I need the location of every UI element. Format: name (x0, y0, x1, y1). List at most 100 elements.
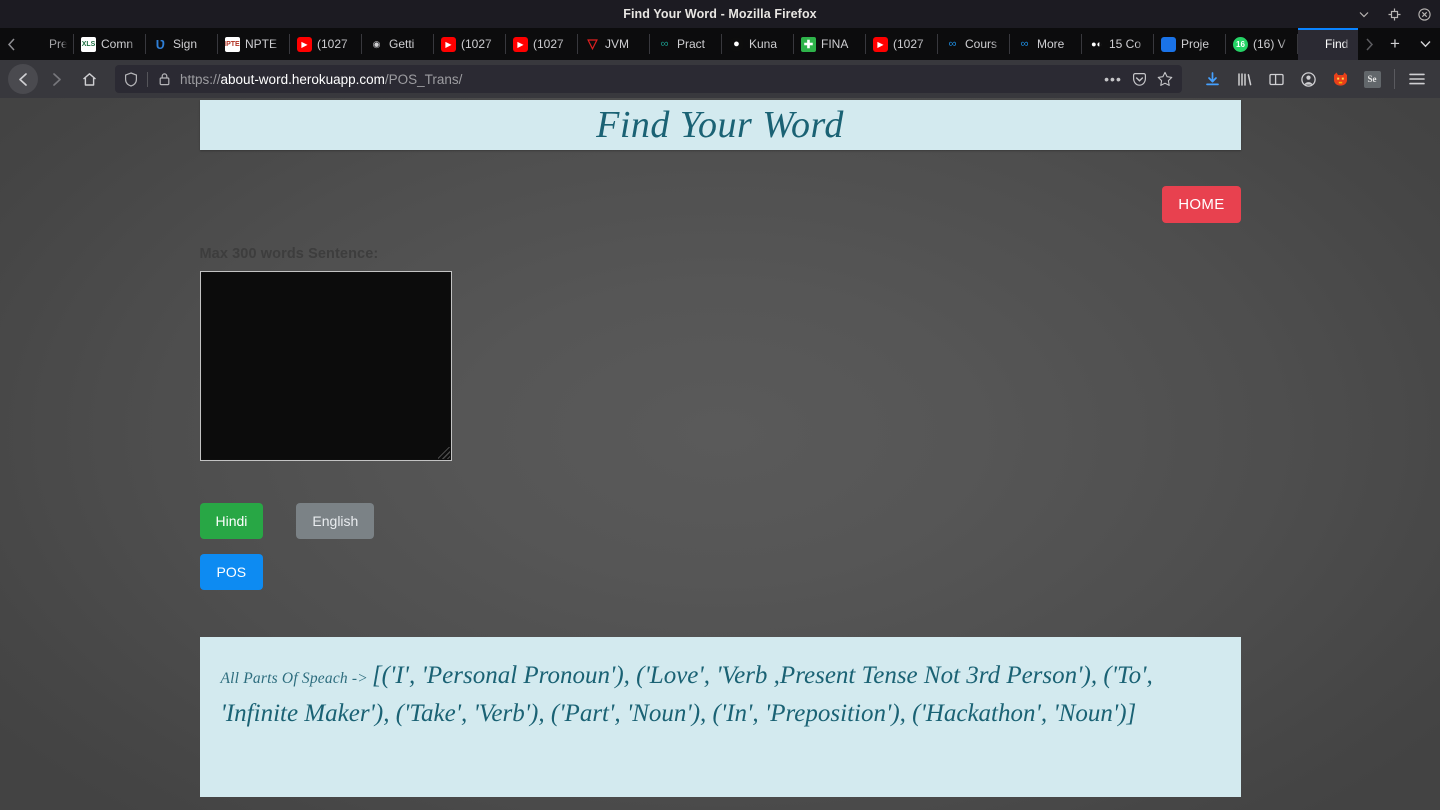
window-title: Find Your Word - Mozilla Firefox (623, 7, 817, 21)
tab-label: NPTE (245, 37, 278, 51)
url-text[interactable]: https://about-word.herokuapp.com/POS_Tra… (178, 72, 1098, 87)
sentence-textarea[interactable] (199, 271, 452, 461)
pos-button[interactable]: POS (199, 554, 264, 590)
lock-icon[interactable] (154, 69, 174, 89)
tab-label: JVM (605, 37, 629, 51)
navigation-toolbar: https://about-word.herokuapp.com/POS_Tra… (0, 60, 1440, 98)
hindi-button[interactable]: Hindi (199, 503, 264, 539)
spreadsheet-favicon: XLS (81, 36, 96, 52)
jvm-favicon: ▽ (587, 36, 598, 52)
nptel-favicon: NPTEL (225, 36, 240, 52)
plus-green-favicon: ✚ (801, 36, 816, 52)
tab-label: Getti (389, 37, 415, 51)
whatsapp-favicon: 16 (1233, 36, 1248, 52)
dots-favicon: ●◐ (1089, 36, 1104, 52)
site-header-banner: Find Your Word (199, 100, 1241, 150)
browser-toolbar-icons: Se (1197, 64, 1432, 94)
home-button-toolbar[interactable] (74, 64, 104, 94)
circle-favicon: ◉ (372, 38, 381, 49)
page-actions-icon[interactable]: ••• (1102, 68, 1124, 90)
tab-label: FINA (821, 37, 849, 51)
browser-tab[interactable]: ◉ Getti (362, 28, 434, 60)
browser-tab[interactable]: ∞ Pract (650, 28, 722, 60)
github-favicon: ● (729, 36, 744, 52)
tab-label: Comn (101, 37, 134, 51)
tab-label: Kuna (749, 37, 778, 51)
browser-tab[interactable]: ∞ Cours (938, 28, 1010, 60)
browser-tab[interactable]: ▶ (1027 (290, 28, 362, 60)
browser-tab[interactable]: Ʋ Sign (146, 28, 218, 60)
result-line: All Parts Of Speach -> [('I', 'Personal … (221, 657, 1219, 733)
scroll-tabs-right-icon[interactable] (1358, 28, 1380, 60)
close-button[interactable] (1416, 6, 1432, 22)
tab-label: Cours (965, 37, 998, 51)
coursera-favicon: ∞ (1020, 38, 1029, 50)
browser-tab[interactable]: ▶ (1027 (866, 28, 938, 60)
back-button[interactable] (8, 64, 38, 94)
pocket-icon[interactable] (1128, 68, 1150, 90)
sentence-input-label: Max 300 words Sentence: (199, 246, 379, 262)
url-path: /POS_Trans/ (384, 71, 463, 87)
address-bar[interactable]: https://about-word.herokuapp.com/POS_Tra… (115, 65, 1182, 93)
selenium-ide-label: Se (1363, 70, 1381, 88)
page-title: Find Your Word (596, 104, 844, 146)
account-icon[interactable] (1293, 64, 1323, 94)
home-button-row: HOME (200, 186, 1241, 223)
blank-favicon (29, 37, 44, 52)
textarea-resize-handle[interactable] (437, 447, 450, 459)
coursera-favicon: ∞ (948, 38, 957, 50)
maximize-button[interactable] (1386, 6, 1402, 22)
browser-tab[interactable]: ▽ JVM (578, 28, 650, 60)
scroll-tabs-left-icon[interactable] (0, 28, 22, 60)
forward-button[interactable] (41, 64, 71, 94)
new-tab-button[interactable]: + (1380, 28, 1410, 60)
browser-tab[interactable]: NPTEL NPTE (218, 28, 290, 60)
tab-label: (16) V (1253, 37, 1286, 51)
library-icon[interactable] (1229, 64, 1259, 94)
sidebar-icon[interactable] (1261, 64, 1291, 94)
tab-label: Sign (173, 37, 198, 51)
browser-tab[interactable]: ✚ FINA (794, 28, 866, 60)
browser-tab[interactable]: ● Kuna (722, 28, 794, 60)
list-all-tabs-icon[interactable] (1410, 28, 1440, 60)
pos-button-row: POS (199, 554, 1241, 590)
foxyproxy-extension-icon[interactable] (1325, 64, 1355, 94)
tab-label: 15 Co (1109, 37, 1142, 51)
tab-label: Pract (677, 37, 706, 51)
browser-tab[interactable]: ●◐ 15 Co (1082, 28, 1154, 60)
url-scheme: https:// (180, 71, 221, 87)
tabs-strip: Pre-P XLS Comn Ʋ Sign NPTEL NPTE ▶ (1027 ◉ Getti ▶… (22, 28, 1358, 60)
tab-label: (1027 (893, 37, 924, 51)
browser-tab[interactable]: ▶ (1027 (506, 28, 578, 60)
window-controls (1356, 0, 1432, 28)
window-titlebar: Find Your Word - Mozilla Firefox (0, 0, 1440, 28)
infinity-favicon: ∞ (660, 38, 669, 50)
selenium-ide-icon[interactable]: Se (1357, 64, 1387, 94)
tracking-protection-shield-icon[interactable] (121, 69, 141, 89)
browser-tab[interactable]: ∞ More (1010, 28, 1082, 60)
browser-tab[interactable]: 16 (16) V (1226, 28, 1298, 60)
browser-tab[interactable]: ▶ (1027 (434, 28, 506, 60)
tab-label: (1027 (317, 37, 348, 51)
bookmark-star-icon[interactable] (1154, 68, 1176, 90)
toolbar-separator (1394, 69, 1395, 89)
home-button[interactable]: HOME (1162, 186, 1241, 223)
browser-tab[interactable]: Proje (1154, 28, 1226, 60)
english-button[interactable]: English (296, 503, 375, 539)
browser-tab[interactable]: Find Y ✕ (1298, 28, 1358, 60)
result-panel: All Parts Of Speach -> [('I', 'Personal … (199, 637, 1241, 797)
menu-icon[interactable] (1402, 64, 1432, 94)
blue-doc-favicon (1161, 36, 1176, 52)
browser-tab[interactable]: XLS Comn (74, 28, 146, 60)
page-content: Find Your Word HOME Max 300 words Senten… (199, 98, 1241, 797)
minimize-button[interactable] (1356, 6, 1372, 22)
address-bar-actions: ••• (1102, 68, 1176, 90)
downloads-icon[interactable] (1197, 64, 1227, 94)
unstop-favicon: Ʋ (155, 36, 166, 52)
address-bar-divider (147, 71, 148, 87)
tab-close-icon[interactable]: ✕ (1356, 37, 1358, 51)
browser-tab[interactable]: Pre-P (22, 28, 74, 60)
youtube-favicon: ▶ (441, 36, 456, 52)
tab-bar: Pre-P XLS Comn Ʋ Sign NPTEL NPTE ▶ (1027 ◉ Getti ▶… (0, 28, 1440, 60)
tab-label: Pre-P (49, 37, 67, 51)
